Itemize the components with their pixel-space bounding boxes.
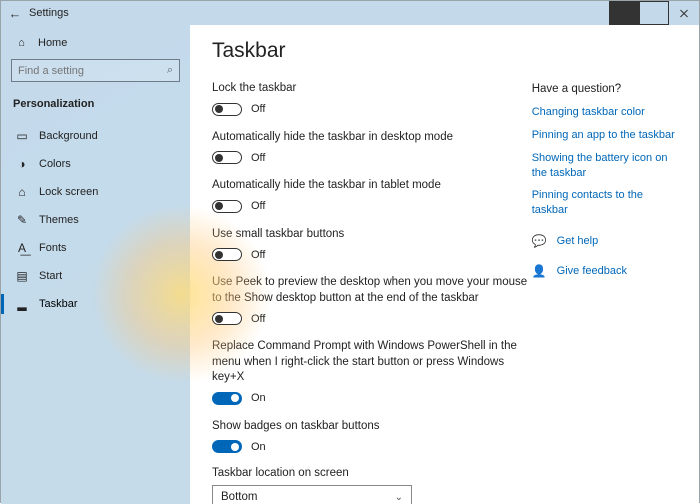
sidebar-item-fonts[interactable]: A͟ Fonts bbox=[11, 234, 180, 262]
toggle-switch[interactable] bbox=[212, 200, 242, 213]
sidebar-item-background[interactable]: ▭ Background bbox=[11, 122, 180, 150]
toggle-label: Lock the taskbar bbox=[212, 81, 532, 97]
toggle-lock-taskbar: Lock the taskbar Off bbox=[212, 81, 532, 116]
toggle-label: Use Peek to preview the desktop when you… bbox=[212, 275, 532, 306]
taskbar-location-dropdown[interactable]: Bottom ⌄ bbox=[212, 485, 412, 504]
close-button[interactable] bbox=[669, 1, 699, 25]
toggle-small-buttons: Use small taskbar buttons Off bbox=[212, 227, 532, 262]
get-help-row[interactable]: 💬 Get help bbox=[532, 234, 677, 248]
toggle-state: Off bbox=[251, 103, 265, 115]
help-link[interactable]: Changing taskbar color bbox=[532, 105, 677, 120]
toggle-autohide-tablet: Automatically hide the taskbar in tablet… bbox=[212, 178, 532, 213]
toggle-label: Use small taskbar buttons bbox=[212, 227, 532, 243]
title-bar: ← Settings bbox=[1, 1, 699, 25]
sidebar-item-lockscreen[interactable]: ⌂ Lock screen bbox=[11, 178, 180, 206]
sidebar: ⌂ Home ⌕ Personalization ▭ Background ◑ … bbox=[1, 25, 190, 504]
toggle-state: On bbox=[251, 392, 266, 404]
home-button[interactable]: ⌂ Home bbox=[11, 33, 180, 59]
minimize-button[interactable] bbox=[609, 1, 639, 25]
background-icon: ▭ bbox=[15, 129, 29, 143]
help-link[interactable]: Pinning contacts to the taskbar bbox=[532, 188, 677, 218]
feedback-icon: 👤 bbox=[532, 264, 547, 278]
toggle-label: Show badges on taskbar buttons bbox=[212, 419, 532, 435]
themes-icon: ✎ bbox=[15, 213, 29, 227]
taskbar-icon: ▂ bbox=[15, 297, 29, 311]
home-label: Home bbox=[38, 37, 67, 49]
toggle-switch[interactable] bbox=[212, 392, 242, 405]
give-feedback-row[interactable]: 👤 Give feedback bbox=[532, 264, 677, 278]
toggle-autohide-desktop: Automatically hide the taskbar in deskto… bbox=[212, 130, 532, 165]
settings-search[interactable]: ⌕ bbox=[11, 59, 180, 82]
sidebar-item-taskbar[interactable]: ▂ Taskbar bbox=[11, 290, 180, 318]
toggle-switch[interactable] bbox=[212, 248, 242, 261]
help-link[interactable]: Showing the battery icon on the taskbar bbox=[532, 151, 677, 181]
sidebar-item-label: Taskbar bbox=[39, 298, 78, 310]
sidebar-item-colors[interactable]: ◑ Colors bbox=[11, 150, 180, 178]
help-link[interactable]: Pinning an app to the taskbar bbox=[532, 128, 677, 143]
sidebar-item-label: Start bbox=[39, 270, 62, 282]
toggle-state: On bbox=[251, 441, 266, 453]
toggle-peek-preview: Use Peek to preview the desktop when you… bbox=[212, 275, 532, 325]
sidebar-item-label: Colors bbox=[39, 158, 71, 170]
toggle-switch[interactable] bbox=[212, 151, 242, 164]
toggle-powershell: Replace Command Prompt with Windows Powe… bbox=[212, 339, 532, 405]
toggle-state: Off bbox=[251, 249, 265, 261]
toggle-state: Off bbox=[251, 313, 265, 325]
back-button[interactable]: ← bbox=[1, 6, 29, 21]
chevron-down-icon: ⌄ bbox=[395, 492, 403, 503]
page-title: Taskbar bbox=[212, 39, 532, 63]
maximize-button[interactable] bbox=[639, 1, 669, 25]
help-question: Have a question? bbox=[532, 83, 677, 95]
toggle-label: Automatically hide the taskbar in tablet… bbox=[212, 178, 532, 194]
toggle-label: Automatically hide the taskbar in deskto… bbox=[212, 130, 532, 146]
search-input[interactable] bbox=[18, 65, 167, 77]
fonts-icon: A͟ bbox=[15, 241, 29, 255]
start-icon: ▤ bbox=[15, 269, 29, 283]
search-icon: ⌕ bbox=[167, 64, 173, 77]
give-feedback-link: Give feedback bbox=[557, 265, 627, 277]
toggle-state: Off bbox=[251, 200, 265, 212]
dropdown-value: Bottom bbox=[221, 491, 257, 503]
sidebar-item-label: Fonts bbox=[39, 242, 67, 254]
toggle-switch[interactable] bbox=[212, 103, 242, 116]
sidebar-item-label: Themes bbox=[39, 214, 79, 226]
help-pane: Have a question? Changing taskbar color … bbox=[532, 39, 677, 492]
window-title: Settings bbox=[29, 7, 69, 19]
lockscreen-icon: ⌂ bbox=[15, 185, 29, 199]
sidebar-item-label: Background bbox=[39, 130, 98, 142]
sidebar-item-themes[interactable]: ✎ Themes bbox=[11, 206, 180, 234]
toggle-state: Off bbox=[251, 152, 265, 164]
home-icon: ⌂ bbox=[15, 37, 28, 49]
sidebar-item-label: Lock screen bbox=[39, 186, 98, 198]
get-help-link: Get help bbox=[557, 235, 599, 247]
select-label-location: Taskbar location on screen bbox=[212, 467, 532, 479]
toggle-show-badges: Show badges on taskbar buttons On bbox=[212, 419, 532, 454]
toggle-switch[interactable] bbox=[212, 312, 242, 325]
chat-icon: 💬 bbox=[532, 234, 547, 248]
colors-icon: ◑ bbox=[15, 157, 29, 171]
category-header: Personalization bbox=[11, 94, 180, 122]
toggle-label: Replace Command Prompt with Windows Powe… bbox=[212, 339, 532, 386]
sidebar-item-start[interactable]: ▤ Start bbox=[11, 262, 180, 290]
main-panel: Taskbar Lock the taskbar Off Automatical… bbox=[190, 25, 699, 504]
toggle-switch[interactable] bbox=[212, 440, 242, 453]
